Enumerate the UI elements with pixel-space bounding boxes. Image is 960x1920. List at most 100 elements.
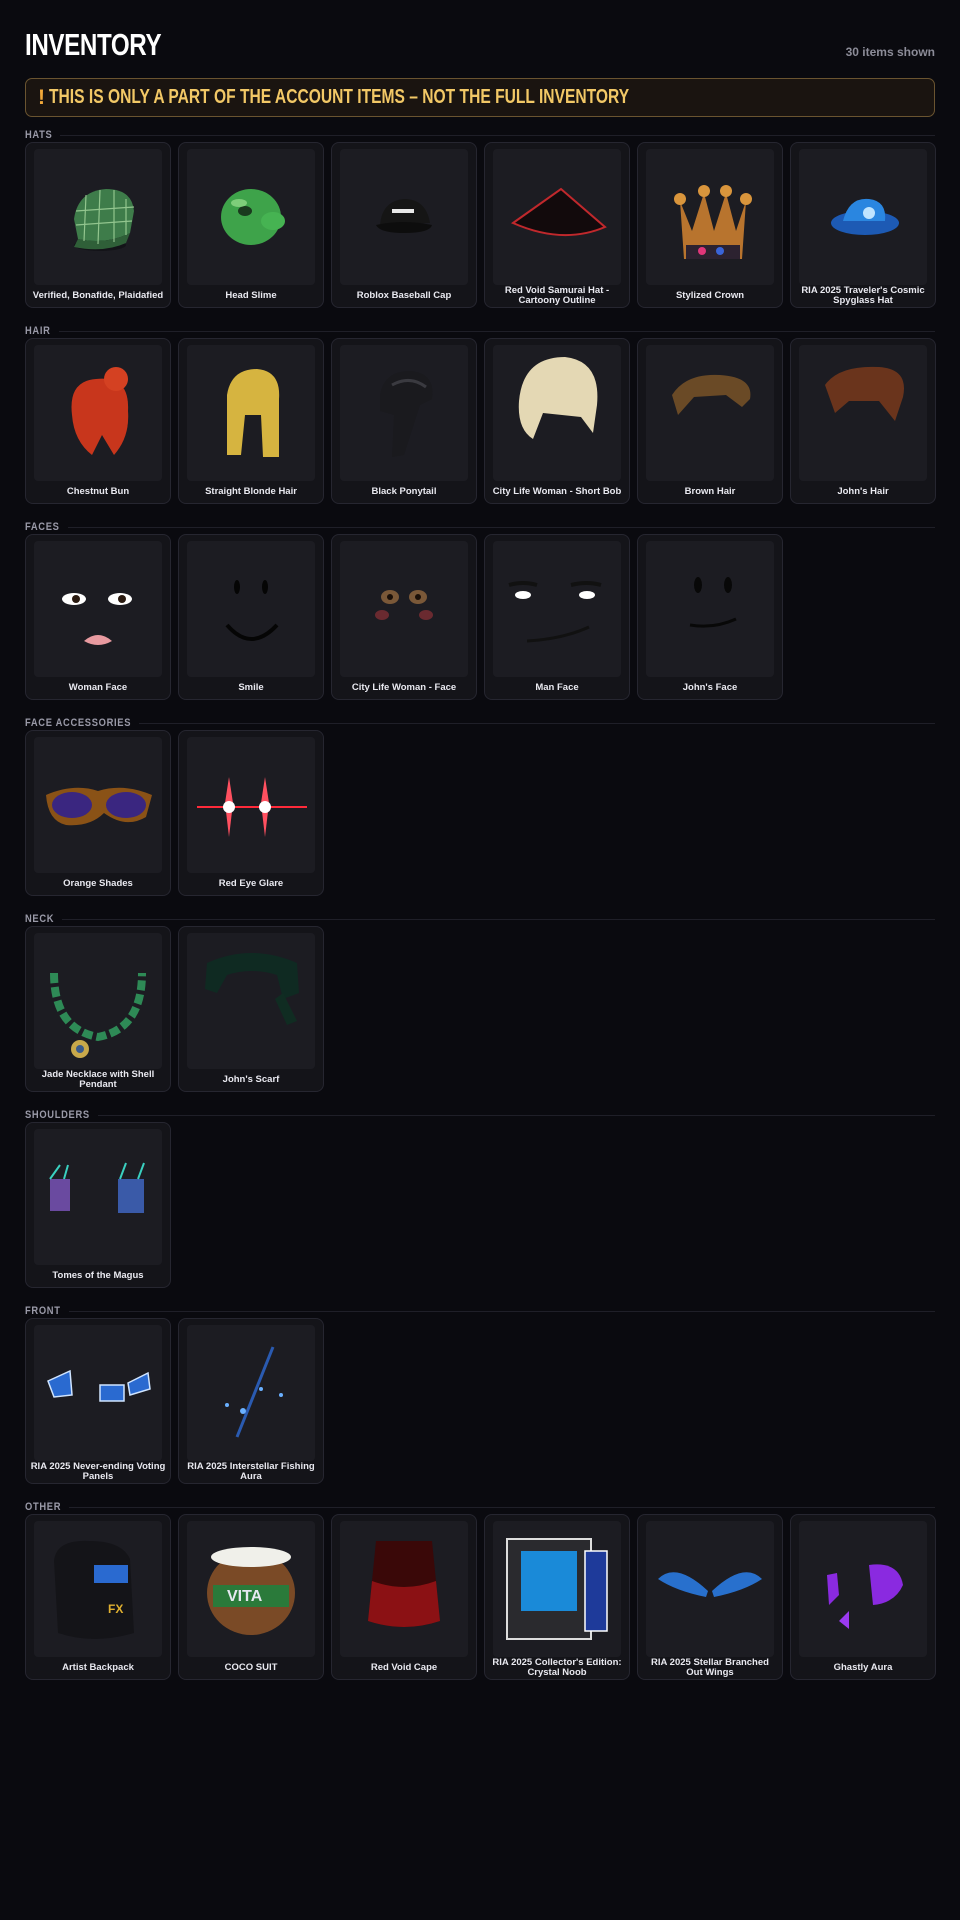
item-card[interactable]: Stylized Crown (637, 142, 783, 308)
necklace-icon (34, 933, 162, 1069)
item-card[interactable]: RIA 2025 Traveler's Cosmic Spyglass Hat (790, 142, 936, 308)
section-header: HAIR (25, 324, 935, 338)
plaid-cap-icon (34, 149, 162, 285)
section-divider (139, 723, 935, 724)
section-neck: NECK Jade Necklace with Shell Pendant Jo… (25, 912, 935, 1092)
warning-text: THIS IS ONLY A PART OF THE ACCOUNT ITEMS… (49, 86, 630, 108)
item-card[interactable]: Chestnut Bun (25, 338, 171, 504)
item-card[interactable]: Tomes of the Magus (25, 1122, 171, 1288)
item-card[interactable]: John's Hair (790, 338, 936, 504)
section-face-accessories: FACE ACCESSORIES Orange Shades Red Eye G… (25, 716, 935, 896)
section-divider (67, 527, 935, 528)
items-grid: Verified, Bonafide, Plaidafied Head Slim… (25, 142, 936, 308)
item-card[interactable]: City Life Woman - Short Bob (484, 338, 630, 504)
item-card[interactable]: Straight Blonde Hair (178, 338, 324, 504)
baseball-cap-icon (340, 149, 468, 285)
brown-hair-icon (646, 345, 774, 481)
section-faces: FACES Woman Face Smile City Life Woman -… (25, 520, 935, 700)
red-hair-icon (34, 345, 162, 481)
black-hair-icon (340, 345, 468, 481)
item-card[interactable]: Smile (178, 534, 324, 700)
section-label: HAIR (25, 325, 51, 337)
items-count: 30 items shown (845, 45, 935, 59)
item-name: Verified, Bonafide, Plaidafied (32, 289, 164, 301)
slime-icon (187, 149, 315, 285)
item-card[interactable]: Roblox Baseball Cap (331, 142, 477, 308)
warning-icon: ! (38, 85, 45, 109)
section-divider (97, 1115, 935, 1116)
item-name: Jade Necklace with Shell Pendant (41, 1068, 155, 1090)
item-name: Chestnut Bun (66, 485, 130, 497)
section-label: SHOULDERS (25, 1109, 90, 1121)
item-name: RIA 2025 Never-ending Voting Panels (30, 1460, 166, 1482)
section-front: FRONT RIA 2025 Never-ending Voting Panel… (25, 1304, 935, 1484)
voting-panels-icon (34, 1325, 162, 1461)
section-divider (69, 1507, 935, 1508)
item-card[interactable]: City Life Woman - Face (331, 534, 477, 700)
item-card[interactable]: Black Ponytail (331, 338, 477, 504)
item-card[interactable]: VITA COCO SUIT (178, 1514, 324, 1680)
section-label: FRONT (25, 1305, 61, 1317)
inventory-page: INVENTORY 30 items shown ! THIS IS ONLY … (25, 0, 936, 1680)
item-card[interactable]: John's Face (637, 534, 783, 700)
section-divider (60, 135, 935, 136)
item-name: Roblox Baseball Cap (356, 289, 452, 301)
scarf-icon (187, 933, 315, 1069)
item-card[interactable]: RIA 2025 Never-ending Voting Panels (25, 1318, 171, 1484)
item-name: Tomes of the Magus (52, 1269, 144, 1281)
item-card[interactable]: Man Face (484, 534, 630, 700)
item-card[interactable]: Red Void Cape (331, 1514, 477, 1680)
item-name: Man Face (535, 681, 579, 693)
item-name: Red Void Samurai Hat - Cartoony Outline (504, 284, 610, 306)
item-name: COCO SUIT (224, 1661, 278, 1673)
item-name: City Life Woman - Short Bob (492, 485, 622, 497)
item-name: Red Void Cape (370, 1661, 438, 1673)
item-card[interactable]: John's Scarf (178, 926, 324, 1092)
item-card[interactable]: RIA 2025 Collector's Edition: Crystal No… (484, 1514, 630, 1680)
item-name: John's Hair (837, 485, 889, 497)
item-card[interactable]: Brown Hair (637, 338, 783, 504)
section-divider (68, 1311, 935, 1312)
item-card[interactable]: Red Void Samurai Hat - Cartoony Outline (484, 142, 630, 308)
woman-face-icon (34, 541, 162, 677)
backpack-icon: FX (34, 1521, 162, 1657)
bob-hair-icon (493, 345, 621, 481)
crown-icon (646, 149, 774, 285)
section-header: SHOULDERS (25, 1108, 935, 1122)
item-card[interactable]: Head Slime (178, 142, 324, 308)
blonde-hair-icon (187, 345, 315, 481)
items-grid: Woman Face Smile City Life Woman - Face … (25, 534, 783, 700)
item-name: Ghastly Aura (833, 1661, 893, 1673)
item-name: Artist Backpack (62, 1661, 134, 1673)
item-name: Black Ponytail (371, 485, 437, 497)
crystal-noob-icon (493, 1521, 621, 1657)
section-header: NECK (25, 912, 935, 926)
section-divider (62, 919, 935, 920)
item-card[interactable]: RIA 2025 Interstellar Fishing Aura (178, 1318, 324, 1484)
item-card[interactable]: RIA 2025 Stellar Branched Out Wings (637, 1514, 783, 1680)
shades-icon (34, 737, 162, 873)
section-header: FRONT (25, 1304, 935, 1318)
section-divider (58, 331, 935, 332)
section-shoulders: SHOULDERS Tomes of the Magus (25, 1108, 935, 1288)
svg-text:FX: FX (108, 1602, 123, 1616)
item-name: City Life Woman - Face (351, 681, 457, 693)
item-card[interactable]: Red Eye Glare (178, 730, 324, 896)
section-hair: HAIR Chestnut Bun Straight Blonde Hair Bl… (25, 324, 936, 504)
item-card[interactable]: FX Artist Backpack (25, 1514, 171, 1680)
header: INVENTORY 30 items shown (25, 0, 935, 70)
cape-icon (340, 1521, 468, 1657)
svg-text:VITA: VITA (227, 1588, 263, 1605)
section-label: HATS (25, 129, 53, 141)
section-header: FACES (25, 520, 935, 534)
eye-glare-icon (187, 737, 315, 873)
item-card[interactable]: Verified, Bonafide, Plaidafied (25, 142, 171, 308)
item-card[interactable]: Orange Shades (25, 730, 171, 896)
item-card[interactable]: Woman Face (25, 534, 171, 700)
item-card[interactable]: Ghastly Aura (790, 1514, 936, 1680)
item-name: RIA 2025 Collector's Edition: Crystal No… (492, 1656, 622, 1678)
cosmic-hat-icon (799, 149, 927, 285)
section-header: HATS (25, 128, 935, 142)
item-name: John's Face (682, 681, 738, 693)
item-card[interactable]: Jade Necklace with Shell Pendant (25, 926, 171, 1092)
